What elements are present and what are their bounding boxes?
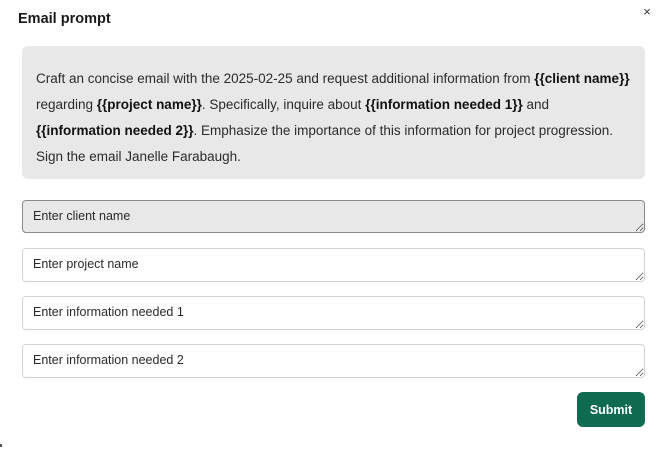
close-icon[interactable]: × xyxy=(639,4,655,20)
client-name-input[interactable] xyxy=(22,200,645,233)
placeholder-info-1: {{information needed 1}} xyxy=(365,97,523,112)
placeholder-info-2: {{information needed 2}} xyxy=(36,123,194,138)
prompt-text-6: and xyxy=(522,97,549,112)
prompt-text-0: Craft an concise email with the 2025-02-… xyxy=(36,71,535,86)
prompt-text-4: . Specifically, inquire about xyxy=(201,97,366,112)
placeholder-project-name: {{project name}} xyxy=(96,97,202,112)
information-needed-2-input[interactable] xyxy=(22,344,645,378)
placeholder-client-name: {{client name}} xyxy=(534,71,630,86)
email-prompt-dialog: Email prompt × Craft an concise email wi… xyxy=(0,0,664,449)
project-name-input[interactable] xyxy=(22,248,645,282)
corner-divider xyxy=(0,444,2,447)
prompt-text-2: regarding xyxy=(36,97,97,112)
prompt-preview: Craft an concise email with the 2025-02-… xyxy=(22,46,645,179)
information-needed-1-input[interactable] xyxy=(22,296,645,330)
dialog-title: Email prompt xyxy=(18,11,111,27)
submit-button[interactable]: Submit xyxy=(577,392,645,427)
